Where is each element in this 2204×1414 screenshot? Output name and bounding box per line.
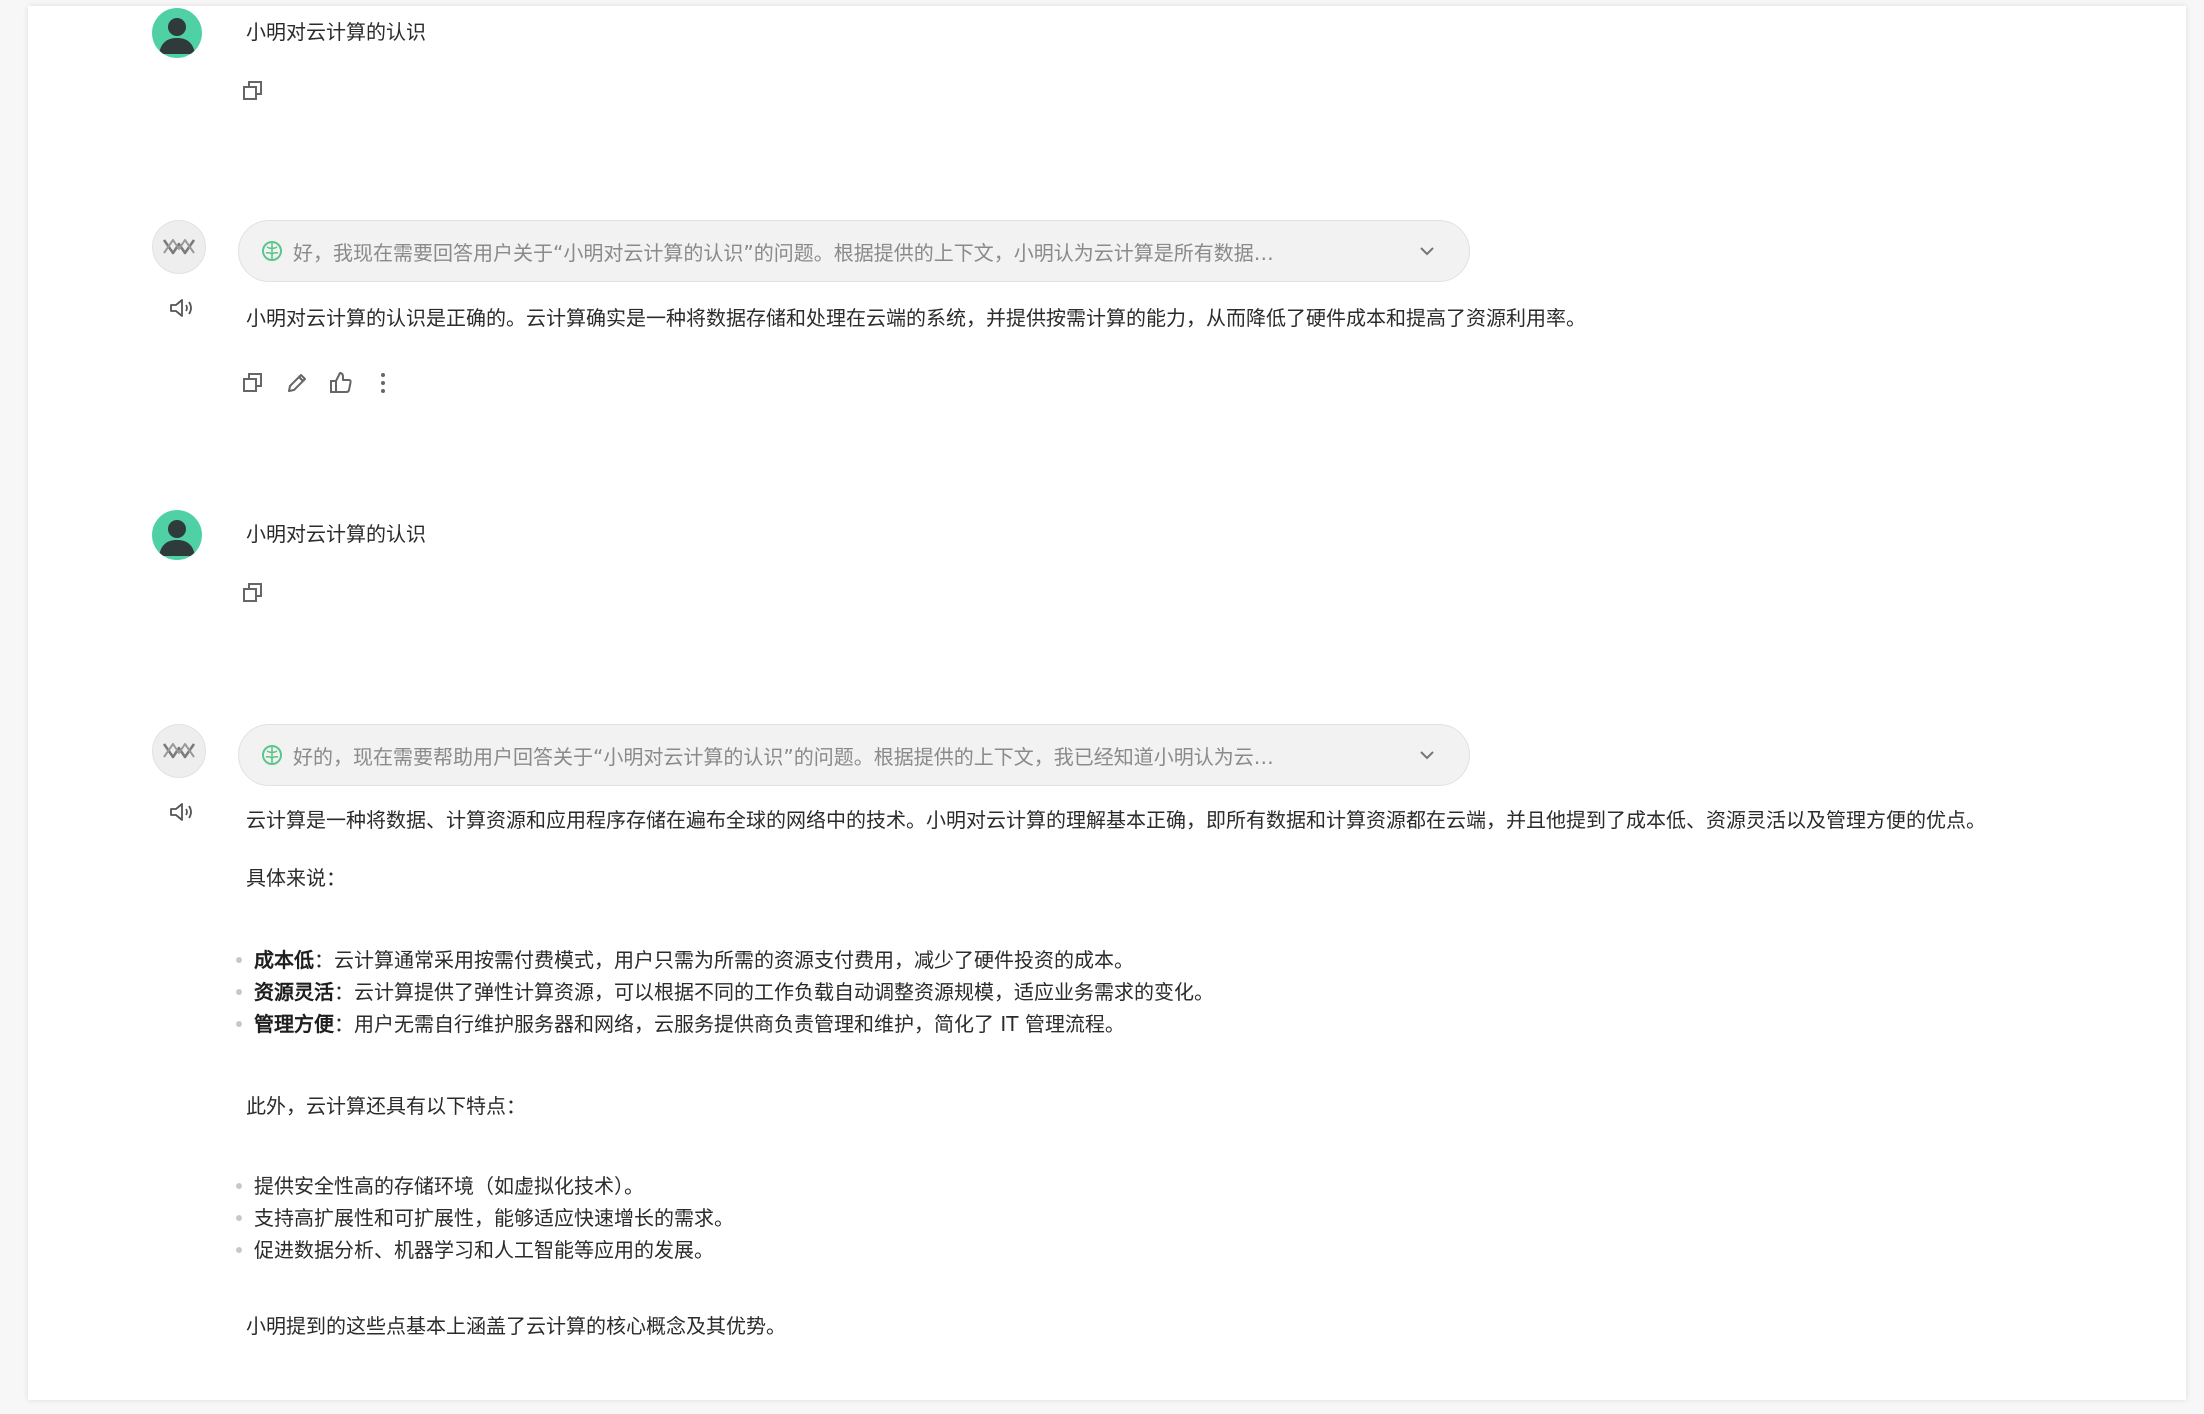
assistant-logo-icon: [162, 239, 196, 255]
list-item-text: 提供安全性高的存储环境（如虚拟化技术）。: [254, 1174, 644, 1198]
list-item: 管理方便：用户无需自行维护服务器和网络，云服务提供商负责管理和维护，简化了 IT…: [236, 1008, 1214, 1040]
brain-icon: [262, 241, 282, 261]
chevron-down-icon: [1420, 247, 1434, 256]
copy-button[interactable]: [238, 76, 268, 106]
assistant-message-text: 小明对云计算的认识是正确的。云计算确实是一种将数据存储和处理在云端的系统，并提供…: [246, 306, 1586, 330]
list-item-text: 支持高扩展性和可扩展性，能够适应快速增长的需求。: [254, 1206, 734, 1230]
more-icon: [381, 373, 385, 393]
speaker-icon: [170, 299, 192, 317]
user-avatar: [152, 8, 202, 58]
answer-subheading: 具体来说：: [246, 866, 346, 890]
assistant-logo-icon: [162, 743, 196, 759]
answer-intro-text: 云计算是一种将数据、计算资源和应用程序存储在遍布全球的网络中的技术。小明对云计算…: [246, 808, 1986, 832]
list-item-title: 管理方便: [254, 1012, 334, 1036]
copy-button[interactable]: [238, 368, 268, 398]
user-icon: [159, 18, 195, 54]
more-button[interactable]: [368, 368, 398, 398]
list-item-title: 资源灵活: [254, 980, 334, 1004]
list-item: 成本低：云计算通常采用按需付费模式，用户只需为所需的资源支付费用，减少了硬件投资…: [236, 944, 1214, 976]
list-item-text: ：云计算通常采用按需付费模式，用户只需为所需的资源支付费用，减少了硬件投资的成本…: [314, 948, 1134, 972]
assistant-avatar: [152, 220, 206, 274]
copy-icon: [243, 81, 262, 100]
assistant-avatar: [152, 724, 206, 778]
list-item: 提供安全性高的存储环境（如虚拟化技术）。: [236, 1170, 734, 1202]
list-item: 支持高扩展性和可扩展性，能够适应快速增长的需求。: [236, 1202, 734, 1234]
thinking-expand-bar[interactable]: 好，我现在需要回答用户关于“小明对云计算的认识”的问题。根据提供的上下文，小明认…: [238, 220, 1470, 282]
user-avatar: [152, 510, 202, 560]
speaker-icon: [170, 803, 192, 821]
user-icon: [159, 520, 195, 556]
chat-panel: 小明对云计算的认识 好，我现在需要回答用户关于“小明对云计算的认识”的问题。根据…: [28, 6, 2186, 1400]
list-item-text: ：用户无需自行维护服务器和网络，云服务提供商负责管理和维护，简化了 IT 管理流…: [334, 1012, 1125, 1036]
chevron-down-icon: [1420, 751, 1434, 760]
like-button[interactable]: [326, 368, 356, 398]
features-list: 提供安全性高的存储环境（如虚拟化技术）。 支持高扩展性和可扩展性，能够适应快速增…: [236, 1170, 734, 1266]
list-item: 促进数据分析、机器学习和人工智能等应用的发展。: [236, 1234, 734, 1266]
thinking-expand-bar[interactable]: 好的，现在需要帮助用户回答关于“小明对云计算的认识”的问题。根据提供的上下文，我…: [238, 724, 1470, 786]
user-message-text: 小明对云计算的认识: [246, 522, 426, 546]
list-item: 资源灵活：云计算提供了弹性计算资源，可以根据不同的工作负载自动调整资源规模，适应…: [236, 976, 1214, 1008]
edit-button[interactable]: [282, 368, 312, 398]
user-message-text: 小明对云计算的认识: [246, 20, 426, 44]
list-item-text: ：云计算提供了弹性计算资源，可以根据不同的工作负载自动调整资源规模，适应业务需求…: [334, 980, 1214, 1004]
list-item-title: 成本低: [254, 948, 314, 972]
speaker-button[interactable]: [168, 800, 196, 824]
answer-additional-heading: 此外，云计算还具有以下特点：: [246, 1094, 526, 1118]
copy-button[interactable]: [238, 578, 268, 608]
thinking-summary: 好，我现在需要回答用户关于“小明对云计算的认识”的问题。根据提供的上下文，小明认…: [293, 240, 1274, 265]
copy-icon: [243, 583, 262, 602]
brain-icon: [262, 745, 282, 765]
thinking-summary: 好的，现在需要帮助用户回答关于“小明对云计算的认识”的问题。根据提供的上下文，我…: [293, 744, 1274, 769]
thumbs-up-icon: [330, 372, 352, 393]
advantages-list: 成本低：云计算通常采用按需付费模式，用户只需为所需的资源支付费用，减少了硬件投资…: [236, 944, 1214, 1040]
answer-conclusion: 小明提到的这些点基本上涵盖了云计算的核心概念及其优势。: [246, 1314, 786, 1338]
edit-icon: [288, 374, 306, 392]
speaker-button[interactable]: [168, 296, 196, 320]
copy-icon: [243, 373, 262, 392]
list-item-text: 促进数据分析、机器学习和人工智能等应用的发展。: [254, 1238, 714, 1262]
